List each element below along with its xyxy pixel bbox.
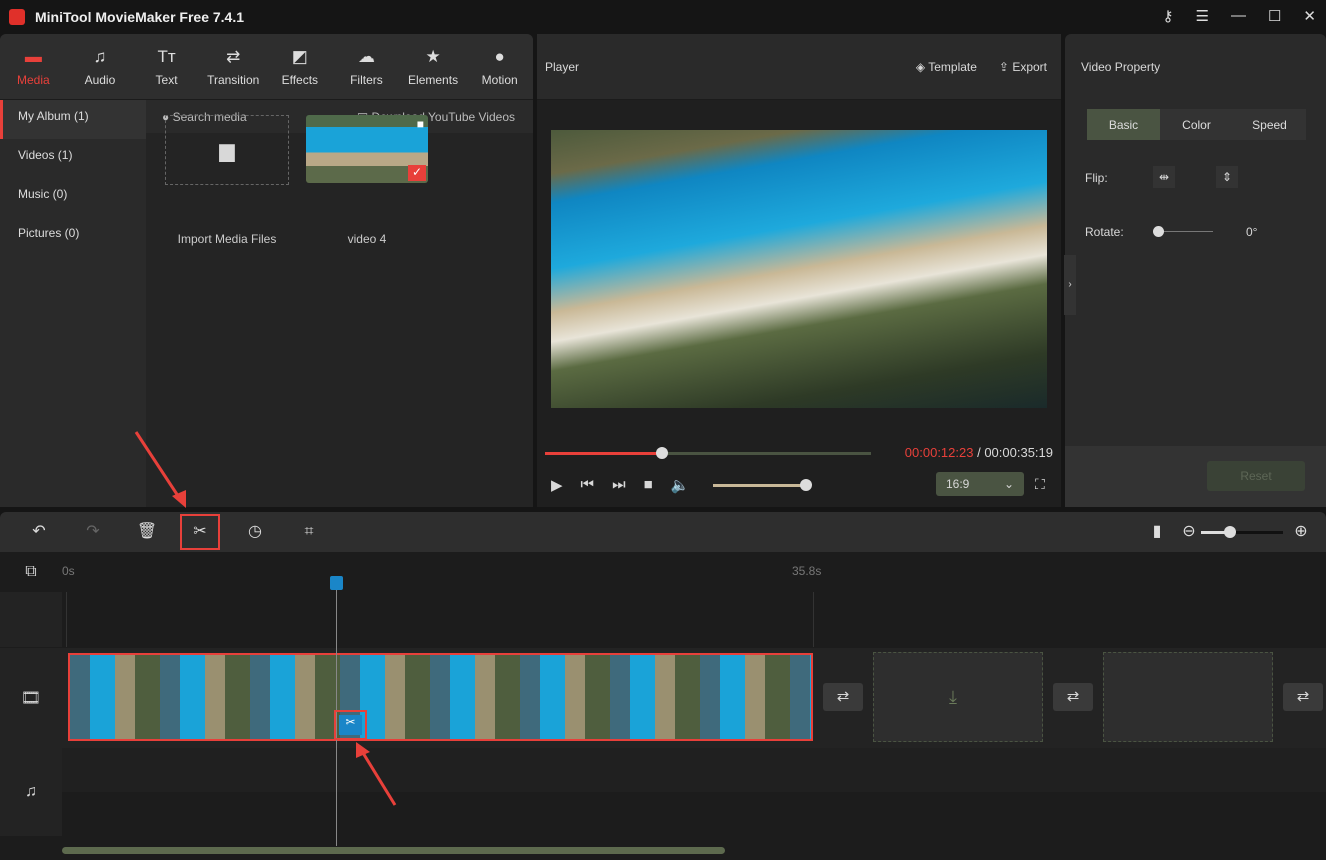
annotation-arrows: [134, 431, 397, 806]
